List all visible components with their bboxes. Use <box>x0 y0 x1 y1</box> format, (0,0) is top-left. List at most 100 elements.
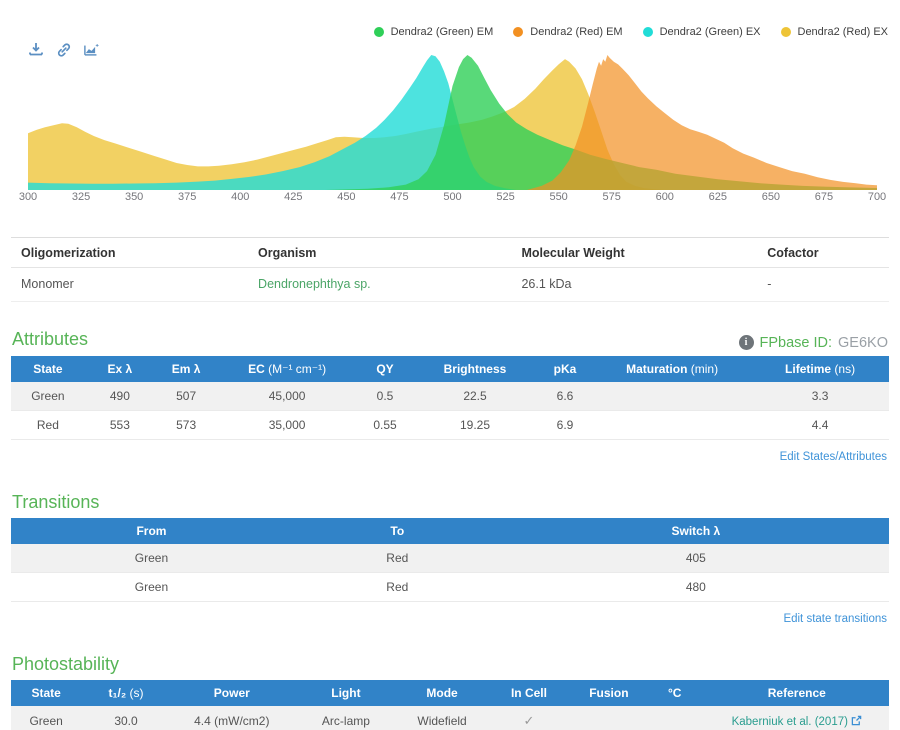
link-icon[interactable] <box>56 42 72 58</box>
column-header: Reference <box>705 680 889 706</box>
cell <box>593 382 751 411</box>
x-tick-label: 400 <box>231 191 249 203</box>
column-header: Fusion <box>573 680 645 706</box>
organism-link[interactable]: Dendronephthya sp. <box>258 277 371 291</box>
cell <box>593 410 751 439</box>
x-tick-label: 375 <box>178 191 196 203</box>
table-row: Green49050745,0000.522.56.63.3 <box>11 382 889 411</box>
mode-cell: Widefield <box>399 706 485 730</box>
cell: Green <box>11 544 292 573</box>
fusion-cell <box>573 706 645 730</box>
attributes-table: StateEx λEm λEC (M⁻¹ cm⁻¹)QYBrightnesspK… <box>11 356 889 440</box>
legend-label: Dendra2 (Green) EM <box>391 26 494 38</box>
column-header: t₁/₂ (s) <box>81 680 171 706</box>
x-tick-label: 600 <box>656 191 674 203</box>
external-link-icon[interactable] <box>851 715 862 726</box>
x-tick-label: 625 <box>709 191 727 203</box>
transitions-section-header: Transitions <box>12 492 888 513</box>
cell: Red <box>11 410 85 439</box>
attributes-header-row: StateEx λEm λEC (M⁻¹ cm⁻¹)QYBrightnesspK… <box>11 356 889 382</box>
x-tick-label: 325 <box>72 191 90 203</box>
column-header: To <box>292 518 503 544</box>
column-header: Power <box>171 680 293 706</box>
table-row: GreenRed405 <box>11 544 889 573</box>
column-header: Brightness <box>413 356 537 382</box>
x-tick-label: 300 <box>19 191 37 203</box>
x-tick-label: 675 <box>815 191 833 203</box>
x-axis-tick-labels: 3003253503754004254504755005255505756006… <box>0 191 900 207</box>
chart-add-icon[interactable] <box>84 42 100 58</box>
column-header: State <box>11 680 81 706</box>
temperature-cell <box>645 706 705 730</box>
spectra-chart: Dendra2 (Green) EM Dendra2 (Red) EM Dend… <box>0 0 900 212</box>
transitions-table: FromToSwitch λ GreenRed405GreenRed480 <box>11 518 889 602</box>
edit-states-attributes-link[interactable]: Edit States/Attributes <box>780 451 887 463</box>
table-row: Green30.04.4 (mW/cm2)Arc-lampWidefield✓K… <box>11 706 889 730</box>
power-cell: 4.4 (mW/cm2) <box>171 706 293 730</box>
attributes-title: Attributes <box>12 329 88 350</box>
cell: 3.3 <box>751 382 889 411</box>
legend-item-green-ex[interactable]: Dendra2 (Green) EX <box>643 26 761 38</box>
legend-label: Dendra2 (Red) EX <box>798 26 889 38</box>
half-life-cell: 30.0 <box>81 706 171 730</box>
x-tick-label: 475 <box>390 191 408 203</box>
chart-legend: Dendra2 (Green) EM Dendra2 (Red) EM Dend… <box>374 26 888 38</box>
cell: 490 <box>85 382 155 411</box>
column-header: State <box>11 356 85 382</box>
x-tick-label: 575 <box>603 191 621 203</box>
cell: 6.9 <box>537 410 593 439</box>
reference-link[interactable]: Kaberniuk et al. (2017) <box>732 716 848 728</box>
protein-summary-table: Oligomerization Organism Molecular Weigh… <box>11 237 889 302</box>
x-tick-label: 500 <box>443 191 461 203</box>
column-header: Lifetime (ns) <box>751 356 889 382</box>
legend-item-green-em[interactable]: Dendra2 (Green) EM <box>374 26 494 38</box>
column-header: Maturation (min) <box>593 356 751 382</box>
cell: 4.4 <box>751 410 889 439</box>
photostability-section-header: Photostability <box>12 654 888 675</box>
legend-dot-icon <box>513 27 523 37</box>
cell: Red <box>292 572 503 601</box>
photostability-table: Statet₁/₂ (s)PowerLightModeIn CellFusion… <box>11 680 889 730</box>
x-tick-label: 425 <box>284 191 302 203</box>
cell: 19.25 <box>413 410 537 439</box>
column-header: EC (M⁻¹ cm⁻¹) <box>217 356 357 382</box>
cell: Green <box>11 572 292 601</box>
column-header: Ex λ <box>85 356 155 382</box>
cell: 480 <box>503 572 889 601</box>
cell: 45,000 <box>217 382 357 411</box>
cell: Red <box>292 544 503 573</box>
cell: 507 <box>155 382 217 411</box>
cell: 573 <box>155 410 217 439</box>
info-icon[interactable]: i <box>739 335 754 350</box>
legend-item-red-em[interactable]: Dendra2 (Red) EM <box>513 26 622 38</box>
photostability-title: Photostability <box>12 654 119 675</box>
cell: 35,000 <box>217 410 357 439</box>
column-header: From <box>11 518 292 544</box>
cell: 405 <box>503 544 889 573</box>
legend-label: Dendra2 (Red) EM <box>530 26 622 38</box>
download-icon[interactable] <box>28 42 44 58</box>
oligomerization-value: Monomer <box>11 268 248 301</box>
cofactor-value: - <box>757 268 889 301</box>
column-header: In Cell <box>485 680 573 706</box>
transitions-header-row: FromToSwitch λ <box>11 518 889 544</box>
column-header: °C <box>645 680 705 706</box>
fpbase-id-value: GE6KO <box>838 335 888 351</box>
cell: 0.5 <box>357 382 413 411</box>
legend-dot-icon <box>374 27 384 37</box>
attributes-section-header: Attributes i FPbase ID: GE6KO <box>12 329 888 351</box>
x-tick-label: 550 <box>549 191 567 203</box>
table-row: Red55357335,0000.5519.256.94.4 <box>11 410 889 439</box>
edit-state-transitions-link[interactable]: Edit state transitions <box>783 613 887 625</box>
column-header: Mode <box>399 680 485 706</box>
cell: 6.6 <box>537 382 593 411</box>
molecular-weight-header: Molecular Weight <box>511 238 757 267</box>
table-row: GreenRed480 <box>11 572 889 601</box>
legend-item-red-ex[interactable]: Dendra2 (Red) EX <box>781 26 889 38</box>
legend-dot-icon <box>781 27 791 37</box>
column-header: QY <box>357 356 413 382</box>
transitions-title: Transitions <box>12 492 99 513</box>
column-header: Light <box>293 680 399 706</box>
legend-label: Dendra2 (Green) EX <box>660 26 761 38</box>
cell: Green <box>11 382 85 411</box>
